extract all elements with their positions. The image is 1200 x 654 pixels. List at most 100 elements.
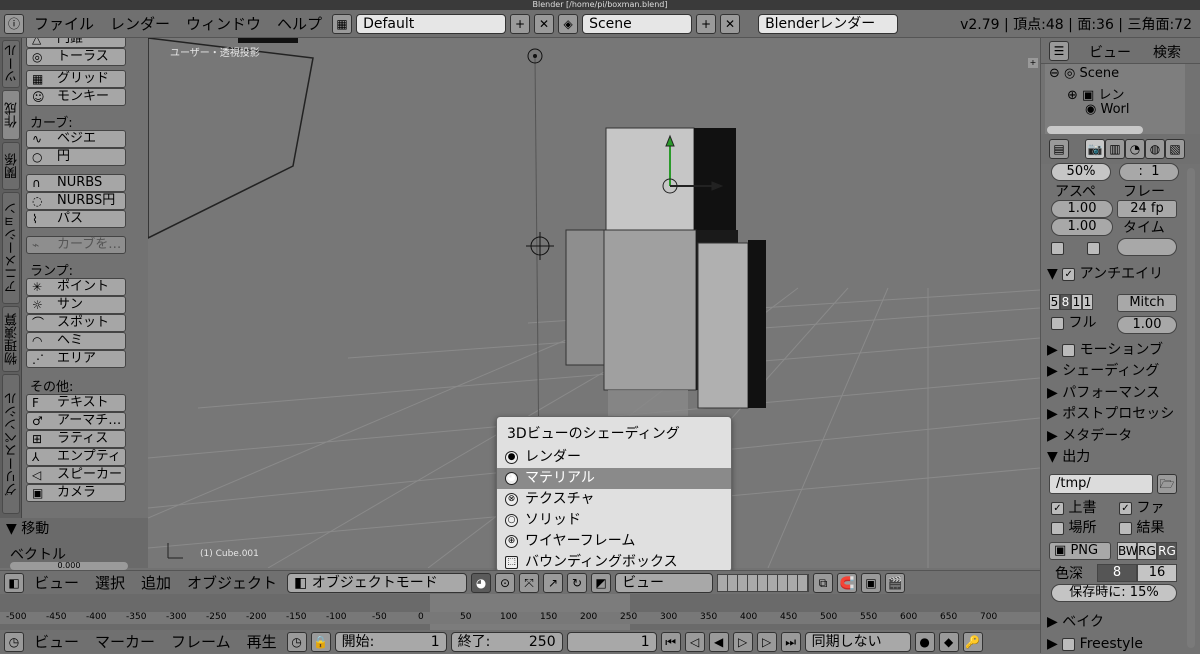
torus-button[interactable]: ◎ トーラス (26, 48, 126, 66)
post-processing-panel[interactable]: ▶ ポストプロセッシ (1047, 404, 1187, 424)
lock-icon[interactable]: 🔒 (310, 631, 331, 652)
current-frame-field[interactable]: 1 (566, 631, 657, 652)
object-tab-icon[interactable]: ▧ (1165, 139, 1185, 159)
cone-button[interactable]: △ 円錐 (26, 38, 126, 48)
sync-mode-select[interactable]: 同期しない (804, 631, 911, 652)
frame-rate-select[interactable]: 24 fp (1117, 200, 1177, 218)
color-rgb[interactable]: RG (1137, 542, 1157, 560)
grid-button[interactable]: ▦ グリッド (26, 70, 126, 88)
operator-header[interactable]: ▼ 移動 (6, 518, 49, 538)
tab-create[interactable]: 作成 (2, 90, 20, 140)
spot-lamp-button[interactable]: ⌒ スポット (26, 314, 126, 332)
tab-relations[interactable]: 関係 (2, 142, 20, 190)
viewport-type-icon[interactable]: ◧ (4, 572, 24, 593)
outliner-scrollbar[interactable] (1047, 126, 1143, 134)
point-lamp-button[interactable]: ✳ ポイント (26, 278, 126, 296)
shading-wireframe[interactable]: ⊕ ワイヤーフレーム (497, 531, 731, 552)
file-format-select[interactable]: ▣ PNG (1049, 542, 1111, 560)
jump-end-icon[interactable]: ⏭ (780, 631, 801, 652)
jump-start-icon[interactable]: ⏮ (660, 631, 681, 652)
menu-playback[interactable]: 再生 (241, 631, 283, 652)
outliner-item-render[interactable]: ⊕ ▣ レン (1067, 84, 1124, 103)
resolution-percent[interactable]: 50% (1051, 163, 1111, 181)
border-checkbox[interactable] (1051, 240, 1064, 256)
placeholders-toggle[interactable]: 場所 (1051, 518, 1121, 538)
shading-panel[interactable]: ▶ シェーディング (1047, 361, 1187, 381)
pivot-icon[interactable]: ⊙ (495, 572, 516, 593)
add-region-icon[interactable]: + (1028, 58, 1038, 68)
menu-window[interactable]: ウィンドウ (180, 13, 267, 34)
translate-icon[interactable]: ↗ (543, 572, 564, 593)
remove-scene-icon[interactable]: ✕ (720, 13, 741, 34)
tab-animation[interactable]: アニメーション (2, 192, 20, 304)
render-tab-icon[interactable]: 📷 (1085, 139, 1105, 159)
lock-camera-icon[interactable]: ⧉ (813, 572, 834, 593)
output-path-input[interactable]: /tmp/ (1049, 474, 1153, 494)
speaker-button[interactable]: ◁ スピーカー (26, 466, 126, 484)
menu-select[interactable]: 選択 (89, 572, 131, 593)
crop-checkbox[interactable] (1087, 240, 1100, 256)
scene-icon[interactable]: ◈ (558, 13, 579, 34)
nurbs-circle-button[interactable]: ◌ NURBS円 (26, 192, 126, 210)
color-bw[interactable]: BW (1117, 542, 1138, 560)
manipulator-icon[interactable]: ⤧ (519, 572, 540, 593)
play-reverse-icon[interactable]: ◀ (708, 631, 729, 652)
color-rgba[interactable]: RG (1157, 542, 1177, 560)
shading-material[interactable]: ◕ マテリアル (497, 468, 731, 489)
aa-sample-8[interactable]: 8 (1060, 294, 1071, 310)
aa-sample-16[interactable]: 1 (1082, 294, 1093, 310)
rotate-icon[interactable]: ↻ (567, 572, 588, 593)
render-engine-select[interactable]: Blenderレンダー (758, 13, 899, 34)
outliner-view-menu[interactable]: ビュー (1089, 42, 1131, 62)
vector-value[interactable]: 0.000 (10, 562, 128, 570)
time-remap-field[interactable] (1117, 238, 1177, 256)
performance-panel[interactable]: ▶ パフォーマンス (1047, 383, 1187, 403)
world-tab-icon[interactable]: ◍ (1145, 139, 1165, 159)
snap-icon[interactable]: 🧲 (837, 572, 858, 593)
aa-sample-11[interactable]: 1 (1071, 294, 1082, 310)
freestyle-panel[interactable]: ▶ Freestyle (1047, 634, 1187, 654)
cache-result-toggle[interactable]: 結果 (1119, 518, 1189, 538)
add-scene-icon[interactable]: + (696, 13, 717, 34)
keying-set-icon[interactable]: ◆ (938, 631, 959, 652)
folder-icon[interactable]: 🗁 (1157, 474, 1177, 494)
output-panel[interactable]: ▼ 出力 (1047, 447, 1187, 467)
menu-object[interactable]: オブジェクト (181, 572, 283, 593)
sun-lamp-button[interactable]: ☼ サン (26, 296, 126, 314)
depth-8[interactable]: 8 (1097, 564, 1137, 582)
shading-solid[interactable]: ○ ソリッド (497, 510, 731, 531)
add-layout-icon[interactable]: + (510, 13, 531, 34)
hemi-lamp-button[interactable]: ◠ ヘミ (26, 332, 126, 350)
empty-button[interactable]: ⅄ エンプティ (26, 448, 126, 466)
circle-curve-button[interactable]: ○ 円 (26, 148, 126, 166)
viewport-shading-button[interactable]: ◕ (471, 572, 492, 593)
frame-ratio[interactable]: : 1 (1119, 163, 1179, 181)
3d-cursor[interactable] (526, 232, 554, 260)
motion-blur-panel[interactable]: ▶ モーションブ (1047, 340, 1187, 360)
tab-tools[interactable]: ツール (2, 40, 20, 88)
monkey-button[interactable]: ☺ モンキー (26, 88, 126, 106)
record-icon[interactable]: ● (914, 631, 935, 652)
armature-button[interactable]: ♂ アーマチ… (26, 412, 126, 430)
outliner-type-icon[interactable]: ☰ (1049, 41, 1069, 61)
metadata-panel[interactable]: ▶ メタデータ (1047, 426, 1187, 446)
render-layers-tab-icon[interactable]: ▥ (1105, 139, 1125, 159)
outliner-item-scene[interactable]: ⊖ ◎ Scene (1049, 66, 1119, 81)
end-frame-field[interactable]: 終了: 250 (450, 631, 563, 652)
shading-rendered[interactable]: ● レンダー (497, 447, 731, 468)
menu-view[interactable]: ビュー (28, 572, 85, 593)
aspect-x[interactable]: 1.00 (1051, 200, 1113, 218)
compression-slider[interactable]: 保存時に: 15% (1051, 584, 1177, 602)
mode-select[interactable]: ◧ オブジェクトモード (287, 572, 468, 593)
nurbs-curve-button[interactable]: ∩NURBSカ… (26, 174, 126, 206)
depth-16[interactable]: 16 (1137, 564, 1177, 582)
outliner-search-menu[interactable]: 検索 (1153, 42, 1181, 62)
antialiasing-checkbox[interactable]: ✓ (1062, 267, 1076, 281)
insert-keyframe-icon[interactable]: 🔑 (962, 631, 983, 652)
render-image-icon[interactable]: ▣ (861, 572, 882, 593)
outliner-item-world[interactable]: ◉ Worl (1085, 102, 1130, 117)
render-anim-icon[interactable]: 🎬 (885, 572, 906, 593)
area-lamp-button[interactable]: ⋰ エリア (26, 350, 126, 368)
menu-help[interactable]: ヘルプ (271, 13, 328, 34)
play-icon[interactable]: ▷ (732, 631, 753, 652)
